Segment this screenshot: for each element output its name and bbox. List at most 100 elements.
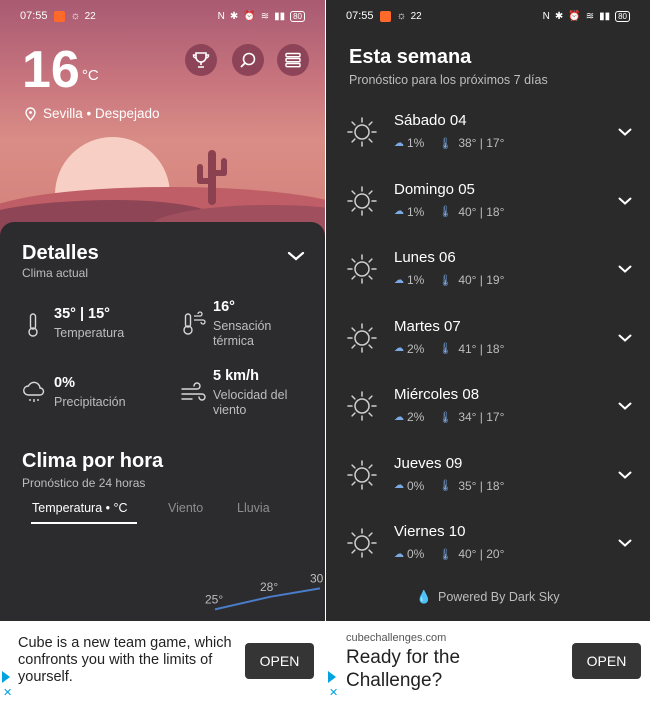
alarm-icon: ⏰ xyxy=(568,10,581,22)
sunny-icon xyxy=(346,116,378,153)
dark-sky-logo-icon: 💧 xyxy=(416,590,432,604)
menu-button[interactable] xyxy=(277,44,309,76)
detail-feels-like: 16° Sensación térmica xyxy=(213,299,272,348)
day-rain: 2% xyxy=(407,341,425,356)
chevron-down-icon[interactable] xyxy=(618,467,632,483)
ad-close-icon[interactable]: ✕ xyxy=(3,686,12,699)
status-time: 07:55 xyxy=(20,10,48,22)
battery-icon: 80 xyxy=(290,10,305,22)
sunny-icon xyxy=(346,253,378,290)
week-title: Esta semana xyxy=(349,46,472,68)
day-temps: 34° | 17° xyxy=(458,410,505,424)
details-chevron-down-icon[interactable] xyxy=(287,248,305,266)
bluetooth-icon: ✱ xyxy=(554,10,564,22)
trophy-button[interactable] xyxy=(185,44,217,76)
location-pin-icon xyxy=(25,106,36,121)
thermometer-icon: 🌡 xyxy=(438,480,453,492)
hourly-point-label: 28° xyxy=(260,580,278,594)
sunny-icon xyxy=(346,527,378,564)
alarm-icon: ⏰ xyxy=(243,10,256,22)
rain-cloud-icon: ☁ xyxy=(394,274,404,286)
ad-open-button[interactable]: OPEN xyxy=(572,643,641,679)
chevron-down-icon[interactable] xyxy=(618,330,632,346)
ad-close-icon[interactable]: ✕ xyxy=(329,686,338,699)
day-temps: 40° | 18° xyxy=(458,204,505,219)
day-rain: 1% xyxy=(407,136,425,150)
thermometer-icon: 🌡 xyxy=(438,548,453,561)
day-row[interactable]: Lunes 06 ☁ 1% 🌡 40° | 19° xyxy=(326,249,650,309)
sunny-icon xyxy=(346,185,378,222)
day-row[interactable]: Miércoles 08 ☁ 2% 🌡 34° | 17° xyxy=(326,386,650,446)
day-row[interactable]: Jueves 09 ☁ 0% 🌡 35° | 18° xyxy=(326,455,650,515)
notification-app-icon xyxy=(379,10,391,22)
day-row[interactable]: Sábado 04 ☁ 1% 🌡 38° | 17° xyxy=(326,112,650,172)
chevron-down-icon[interactable] xyxy=(618,193,632,209)
menu-icon xyxy=(285,52,301,68)
day-temps: 40° | 19° xyxy=(458,273,505,287)
status-temp: 22 xyxy=(410,10,422,22)
hourly-point-label: 25° xyxy=(205,592,223,606)
tab-rain[interactable]: Lluvia xyxy=(237,501,270,515)
status-bar: 07:55 ☼ 22 N ✱ ⏰ ≋ ▮▮ 80 xyxy=(326,0,650,32)
ad-choices-icon[interactable] xyxy=(328,671,336,683)
day-name: Sábado 04 xyxy=(394,112,467,129)
notification-app-icon xyxy=(53,10,65,22)
ad-open-button[interactable]: OPEN xyxy=(245,643,314,679)
day-row[interactable]: Domingo 05 ☁ 1% 🌡 40° | 18° xyxy=(326,181,650,241)
cactus-icon xyxy=(197,150,227,205)
rain-cloud-icon: ☁ xyxy=(394,137,404,149)
details-card: Detalles Clima actual 35° | 15° Temperat… xyxy=(0,222,325,622)
week-subtitle: Pronóstico para los próximos 7 días xyxy=(349,73,548,87)
current-temperature: 16 °C xyxy=(22,41,99,99)
ad-text: Cube is a new team game, which confronts… xyxy=(18,635,232,685)
day-rain: 1% xyxy=(407,273,425,287)
status-bar: 07:55 ☼ 22 N ✱ ⏰ ≋ ▮▮ 80 xyxy=(0,0,325,32)
current-weather-screen: 07:55 ☼ 22 N ✱ ⏰ ≋ ▮▮ 80 16 °C Sevilla •… xyxy=(0,0,325,701)
day-rain: 2% xyxy=(407,410,425,424)
bluetooth-icon: ✱ xyxy=(229,10,239,22)
tab-temperature[interactable]: Temperatura • °C xyxy=(32,501,128,515)
day-name: Miércoles 08 xyxy=(394,386,480,403)
detail-wind-speed: 5 km/h Velocidad del viento xyxy=(213,368,288,417)
trophy-icon xyxy=(192,52,210,68)
rain-cloud-icon: ☁ xyxy=(394,343,404,354)
hourly-subtitle: Pronóstico de 24 horas xyxy=(22,476,146,490)
details-subtitle: Clima actual xyxy=(22,266,89,280)
chevron-down-icon[interactable] xyxy=(618,261,632,277)
sunny-icon xyxy=(346,322,378,359)
day-name: Martes 07 xyxy=(394,317,461,335)
hourly-title: Clima por hora xyxy=(22,450,164,472)
ad-choices-icon[interactable] xyxy=(2,671,10,683)
chevron-down-icon[interactable] xyxy=(618,124,632,140)
chevron-down-icon[interactable] xyxy=(618,398,632,414)
day-name: Viernes 10 xyxy=(394,523,466,540)
signal-icon: ▮▮ xyxy=(599,10,611,22)
thermometer-icon: 🌡 xyxy=(438,411,453,424)
day-row[interactable]: Viernes 10 ☁ 0% 🌡 40° | 20° xyxy=(326,523,650,583)
ad-headline: Ready for the Challenge? xyxy=(346,647,461,691)
day-rain: 0% xyxy=(407,478,425,493)
ad-banner[interactable]: Cube is a new team game, which confronts… xyxy=(0,621,325,701)
rain-cloud-icon xyxy=(23,381,45,402)
day-rain: 0% xyxy=(407,547,425,561)
day-name: Domingo 05 xyxy=(394,180,475,198)
sunny-icon xyxy=(346,390,378,427)
active-tab-indicator xyxy=(31,522,137,524)
day-row[interactable]: Martes 07 ☁ 2% 🌡 41° | 18° xyxy=(326,318,650,378)
signal-icon: ▮▮ xyxy=(274,10,286,22)
status-temp: 22 xyxy=(84,10,96,22)
thermometer-icon: 🌡 xyxy=(438,343,453,355)
day-name: Lunes 06 xyxy=(394,249,456,266)
nfc-icon: N xyxy=(217,10,225,22)
day-rain: 1% xyxy=(407,204,425,219)
location-label[interactable]: Sevilla • Despejado xyxy=(24,106,160,121)
day-temps: 35° | 18° xyxy=(458,478,505,493)
chevron-down-icon[interactable] xyxy=(618,535,632,551)
powered-by[interactable]: 💧 Powered By Dark Sky xyxy=(326,590,650,605)
day-temps: 41° | 18° xyxy=(458,341,505,356)
tab-wind[interactable]: Viento xyxy=(168,501,203,515)
ad-banner[interactable]: cubechallenges.com Ready for the Challen… xyxy=(326,621,650,701)
thermometer-icon: 🌡 xyxy=(438,274,453,287)
search-button[interactable] xyxy=(232,44,264,76)
day-temps: 40° | 20° xyxy=(458,547,505,561)
